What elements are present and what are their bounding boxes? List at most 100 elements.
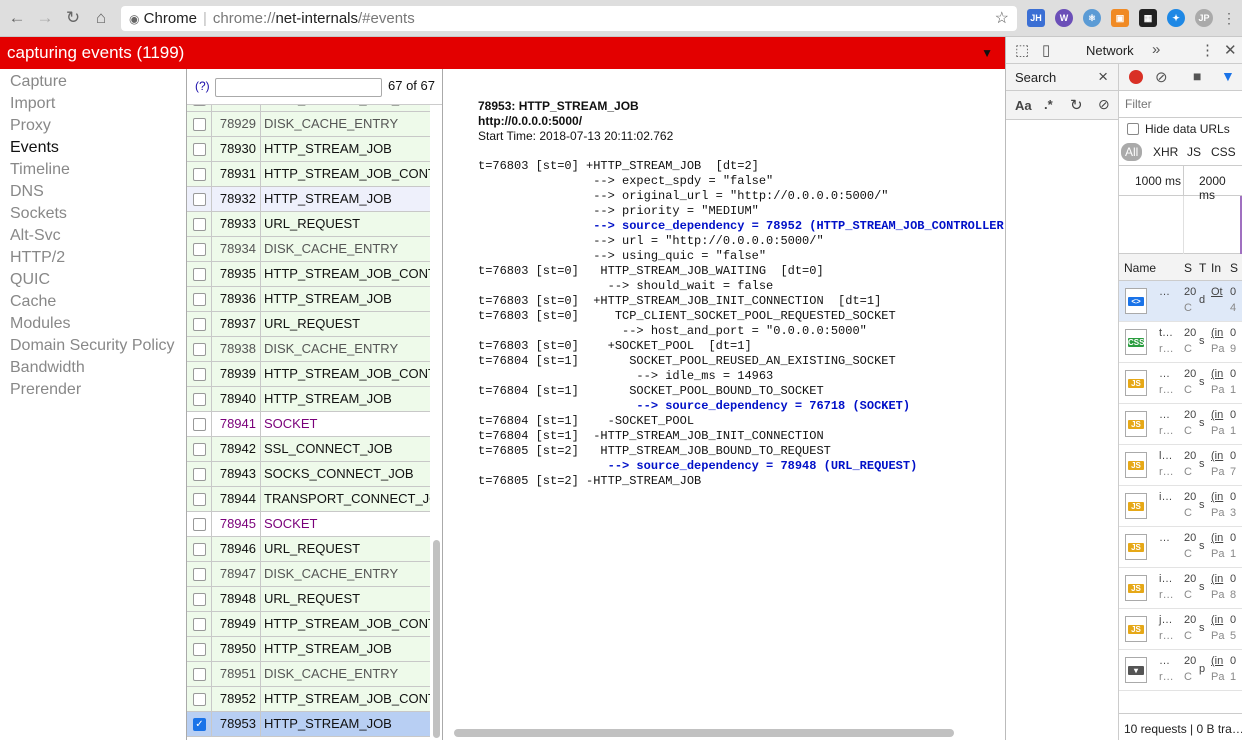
clear-icon[interactable]: ⊘ (1155, 68, 1168, 86)
back-icon[interactable]: ← (6, 7, 28, 29)
request-initiator[interactable]: (in (1211, 327, 1223, 339)
events-scrollbar-thumb[interactable] (433, 540, 440, 738)
home-icon[interactable]: ⌂ (90, 7, 112, 29)
request-initiator[interactable]: (in (1211, 409, 1223, 421)
extension-globe-icon[interactable]: ✦ (1167, 9, 1185, 27)
event-select-checkbox[interactable] (193, 143, 206, 156)
event-select-checkbox[interactable] (193, 193, 206, 206)
event-row[interactable]: 78938 DISK_CACHE_ENTRY (187, 337, 430, 362)
col-size[interactable]: S (1230, 261, 1238, 275)
inspect-element-icon[interactable]: ⬚ (1015, 41, 1029, 59)
request-row[interactable]: JS j… r… 20 Cs (in Pa 0 5 (1119, 609, 1242, 650)
event-select-checkbox[interactable] (193, 268, 206, 281)
extension-jh-icon[interactable]: JH (1027, 9, 1045, 27)
record-icon[interactable] (1129, 70, 1143, 84)
event-select-checkbox[interactable] (193, 518, 206, 531)
event-row[interactable]: 78940 HTTP_STREAM_JOB (187, 387, 430, 412)
bookmark-star-icon[interactable]: ☆ (995, 6, 1009, 31)
hide-data-urls-checkbox[interactable] (1127, 123, 1139, 135)
nav-item-proxy[interactable]: Proxy (0, 115, 186, 137)
type-filter-all[interactable]: All (1121, 143, 1143, 161)
match-case-button[interactable]: Aa (1015, 98, 1032, 113)
event-row[interactable]: 78945 SOCKET (187, 512, 430, 537)
col-type[interactable]: T (1199, 261, 1206, 275)
nav-item-sockets[interactable]: Sockets (0, 203, 186, 225)
request-row[interactable]: JS … 20 Cs (in Pa 0 1 (1119, 527, 1242, 568)
status-dropdown-arrow-icon[interactable]: ▼ (981, 37, 993, 69)
extension-jp-icon[interactable]: JP (1195, 9, 1213, 27)
nav-item-bandwidth[interactable]: Bandwidth (0, 357, 186, 379)
request-initiator[interactable]: (in (1211, 573, 1223, 585)
nav-item-dns[interactable]: DNS (0, 181, 186, 203)
event-select-checkbox[interactable] (193, 468, 206, 481)
log-source-dependency-link[interactable]: --> source_dependency = 78952 (HTTP_STRE… (478, 219, 1005, 234)
request-row[interactable]: JS … r… 20 Cs (in Pa 0 1 (1119, 363, 1242, 404)
timeline-overview[interactable] (1119, 196, 1242, 254)
request-row[interactable]: JS l… r… 20 Cs (in Pa 0 7 (1119, 445, 1242, 486)
address-bar[interactable]: ◉ Chrome | chrome://net-internals/#events … (121, 6, 1017, 31)
type-filter-js[interactable]: JS (1187, 145, 1201, 159)
nav-item-capture[interactable]: Capture (0, 71, 186, 93)
request-initiator[interactable]: (in (1211, 614, 1223, 626)
details-horizontal-scrollbar[interactable] (454, 729, 954, 737)
reload-icon[interactable]: ↻ (62, 7, 84, 29)
event-select-checkbox[interactable] (193, 368, 206, 381)
event-select-checkbox[interactable] (193, 318, 206, 331)
event-row[interactable]: 78935HTTP_STREAM_JOB_CONTROLLER (187, 262, 430, 287)
event-row[interactable]: 78941 SOCKET (187, 412, 430, 437)
device-toolbar-icon[interactable]: ▯ (1042, 41, 1050, 59)
event-select-checkbox[interactable] (193, 393, 206, 406)
devtools-menu-icon[interactable]: ⋮ (1200, 41, 1215, 59)
event-select-checkbox[interactable]: ✓ (193, 718, 206, 731)
log-source-dependency-link[interactable]: --> source_dependency = 76718 (SOCKET) (478, 399, 1005, 414)
event-row[interactable]: 78946 URL_REQUEST (187, 537, 430, 562)
event-row[interactable]: 78949HTTP_STREAM_JOB_CONTROLLER (187, 612, 430, 637)
col-initiator[interactable]: In (1211, 261, 1221, 275)
event-select-checkbox[interactable] (193, 643, 206, 656)
request-initiator[interactable]: (in (1211, 532, 1223, 544)
request-row[interactable]: <> … 20 Cd Ot 0 4 (1119, 281, 1242, 322)
event-select-checkbox[interactable] (193, 418, 206, 431)
devtools-close-icon[interactable]: ✕ (1224, 41, 1237, 59)
extension-w-icon[interactable]: W (1055, 9, 1073, 27)
nav-item-cache[interactable]: Cache (0, 291, 186, 313)
more-tabs-icon[interactable]: » (1152, 41, 1160, 58)
request-initiator[interactable]: (in (1211, 655, 1223, 667)
type-filter-xhr[interactable]: XHR (1153, 145, 1178, 159)
event-row[interactable]: 78951 DISK_CACHE_ENTRY (187, 662, 430, 687)
event-row[interactable]: 78936 HTTP_STREAM_JOB (187, 287, 430, 312)
event-select-checkbox[interactable] (193, 593, 206, 606)
log-source-dependency-link[interactable]: --> source_dependency = 78948 (URL_REQUE… (478, 459, 1005, 474)
extension-qr-icon[interactable]: ▦ (1139, 9, 1157, 27)
event-row[interactable]: 78930 HTTP_STREAM_JOB (187, 137, 430, 162)
event-row[interactable]: 78943 SOCKS_CONNECT_JOB (187, 462, 430, 487)
filter-funnel-icon[interactable]: ▼ (1221, 68, 1235, 84)
event-row[interactable]: 78928HTTP_STREAM_JOB_CONTROLLER (187, 105, 430, 112)
request-initiator[interactable]: (in (1211, 491, 1223, 503)
search-close-icon[interactable]: × (1098, 67, 1108, 87)
network-filter-input[interactable] (1123, 95, 1235, 113)
event-select-checkbox[interactable] (193, 568, 206, 581)
event-select-checkbox[interactable] (193, 543, 206, 556)
events-filter-input[interactable] (215, 78, 382, 97)
event-select-checkbox[interactable] (193, 118, 206, 131)
event-select-checkbox[interactable] (193, 343, 206, 356)
nav-item-http-2[interactable]: HTTP/2 (0, 247, 186, 269)
nav-item-prerender[interactable]: Prerender (0, 379, 186, 401)
event-select-checkbox[interactable] (193, 105, 206, 106)
nav-item-alt-svc[interactable]: Alt-Svc (0, 225, 186, 247)
extension-react-icon[interactable]: ⚛ (1083, 9, 1101, 27)
regex-button[interactable]: .* (1044, 97, 1053, 112)
tab-network[interactable]: Network (1086, 43, 1134, 58)
event-select-checkbox[interactable] (193, 293, 206, 306)
event-select-checkbox[interactable] (193, 493, 206, 506)
event-row[interactable]: 78952HTTP_STREAM_JOB_CONTROLLER (187, 687, 430, 712)
event-select-checkbox[interactable] (193, 168, 206, 181)
filter-help-link[interactable]: (?) (195, 79, 210, 93)
events-scrollbar[interactable] (432, 105, 442, 740)
col-name[interactable]: Name (1124, 261, 1156, 275)
nav-item-events[interactable]: Events (0, 137, 186, 159)
browser-menu-icon[interactable]: ⋮ (1218, 7, 1240, 29)
event-select-checkbox[interactable] (193, 243, 206, 256)
event-select-checkbox[interactable] (193, 693, 206, 706)
